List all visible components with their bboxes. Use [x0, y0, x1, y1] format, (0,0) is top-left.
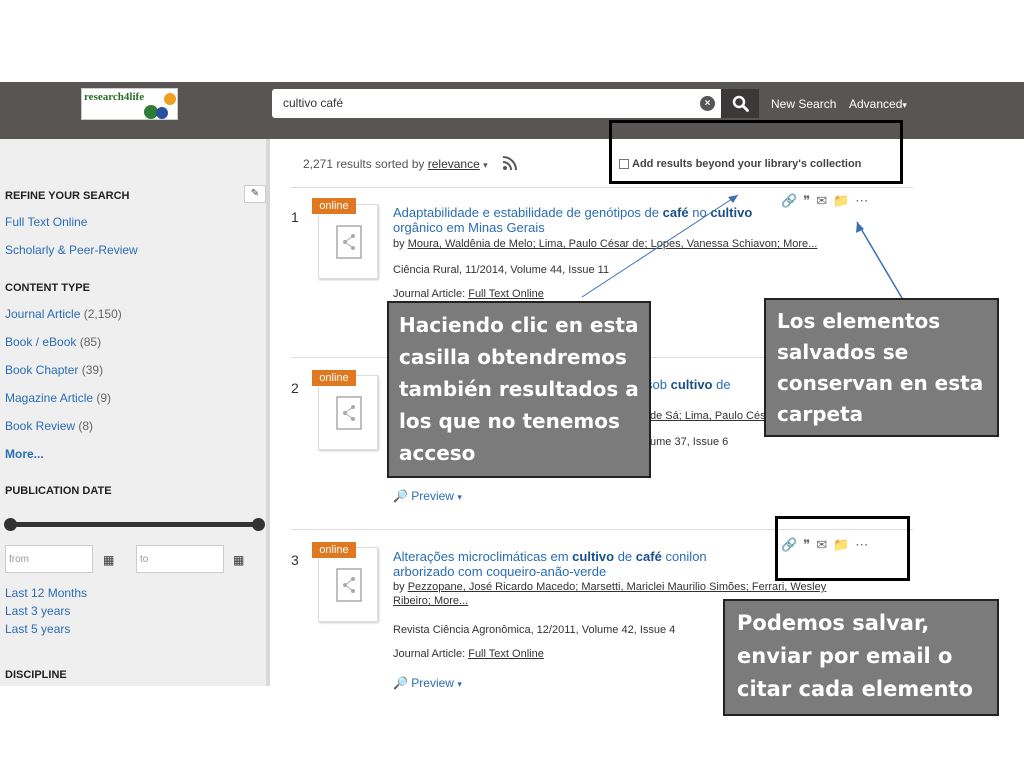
- actions-callout: Podemos salvar, enviar por email o citar…: [723, 599, 999, 716]
- arrowhead: [728, 195, 738, 203]
- folder-callout: Los elementos salvados se conservan en e…: [764, 298, 999, 437]
- checkbox-callout: Haciendo clic en esta casilla obtendremo…: [387, 301, 651, 478]
- arrow-to-folder: [856, 221, 903, 299]
- arrow-to-checkbox: [581, 194, 739, 298]
